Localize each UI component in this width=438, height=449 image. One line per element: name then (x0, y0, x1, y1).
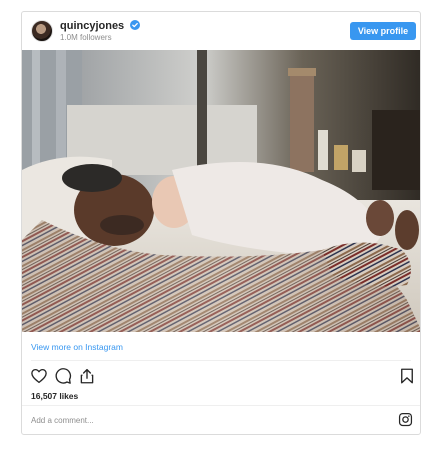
share-icon[interactable] (78, 367, 96, 385)
heart-icon[interactable] (30, 367, 48, 385)
divider (31, 360, 411, 361)
action-bar (22, 366, 420, 388)
view-more-link[interactable]: View more on Instagram (31, 342, 123, 352)
follower-count: 1.0M followers (60, 33, 112, 42)
avatar[interactable] (31, 20, 53, 42)
bookmark-icon[interactable] (398, 367, 416, 385)
username-text[interactable]: quincyjones (60, 20, 124, 32)
post-photo[interactable] (22, 50, 420, 332)
view-profile-button[interactable]: View profile (350, 22, 416, 40)
like-count[interactable]: 16,507 likes (31, 391, 78, 401)
instagram-embed: quincyjones 1.0M followers View profile (21, 11, 421, 435)
post-header: quincyjones 1.0M followers View profile (22, 12, 420, 50)
instagram-logo-icon[interactable] (398, 412, 413, 427)
verified-badge-icon (130, 20, 141, 30)
comment-input[interactable]: Add a comment... (31, 416, 94, 425)
divider (22, 405, 420, 406)
comment-bubble-icon[interactable] (54, 367, 72, 385)
username[interactable]: quincyjones (60, 20, 141, 32)
